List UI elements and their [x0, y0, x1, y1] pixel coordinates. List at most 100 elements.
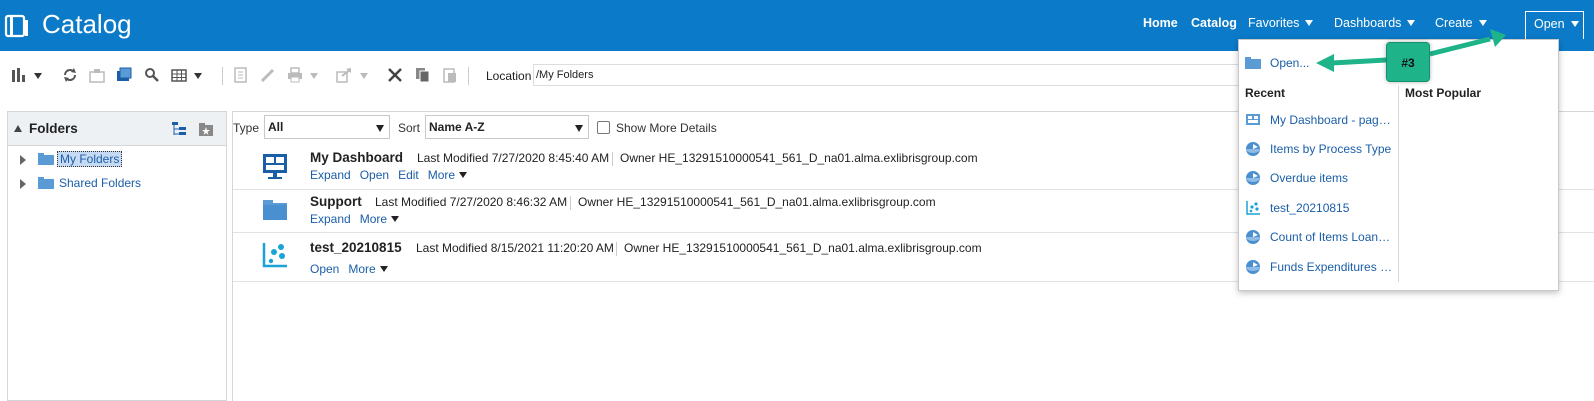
- nav-create[interactable]: Create: [1435, 16, 1487, 36]
- folders-panel-title: Folders: [29, 121, 78, 136]
- more-menu[interactable]: More: [360, 212, 400, 226]
- tree-view-icon[interactable]: [171, 121, 187, 137]
- item-owner: Owner HE_13291510000541_561_D_na01.alma.…: [578, 195, 936, 209]
- paste-icon: [443, 68, 456, 83]
- sort-select[interactable]: Name A-Z: [425, 115, 589, 139]
- open-menu-item[interactable]: Open...: [1245, 54, 1405, 72]
- item-owner: Owner HE_13291510000541_561_D_na01.alma.…: [620, 151, 978, 165]
- folder-star-icon[interactable]: [198, 121, 214, 137]
- type-select[interactable]: All: [264, 115, 390, 139]
- location-label: Location: [486, 69, 532, 83]
- chevron-down-icon: [360, 73, 368, 79]
- analysis-icon: [1246, 171, 1260, 185]
- recent-item[interactable]: Count of Items Loaned by Location: [1245, 227, 1395, 247]
- recent-item-label[interactable]: test_20210815: [1270, 201, 1393, 215]
- more-menu[interactable]: More: [348, 262, 388, 276]
- analysis-icon: [1246, 230, 1260, 244]
- item-actions: Open More: [310, 262, 388, 276]
- nav-favorites[interactable]: Favorites: [1248, 16, 1314, 36]
- properties-icon: [234, 67, 247, 83]
- chevron-down-icon: [1478, 20, 1487, 26]
- expand-link[interactable]: Expand: [310, 212, 351, 226]
- edit-link[interactable]: Edit: [398, 168, 419, 182]
- folder-icon: [38, 177, 54, 189]
- print-icon: [288, 67, 302, 83]
- folder-icon[interactable]: [261, 196, 289, 224]
- item-name[interactable]: Support: [310, 194, 362, 209]
- recent-item[interactable]: Funds Expenditures by Fund: [1245, 257, 1395, 277]
- item-last-modified: Last Modified 8/15/2021 11:20:20 AM: [416, 241, 614, 255]
- delete-x-icon[interactable]: [387, 67, 403, 83]
- view-options-icon[interactable]: [11, 67, 27, 83]
- dashboard-icon[interactable]: [261, 152, 289, 180]
- refresh-icon[interactable]: [62, 67, 78, 83]
- recent-item[interactable]: Items by Process Type: [1245, 139, 1395, 159]
- nav-dashboards[interactable]: Dashboards: [1334, 16, 1416, 36]
- expand-triangle-icon[interactable]: [20, 179, 26, 189]
- folder-icon: [38, 153, 54, 165]
- item-last-modified: Last Modified 7/27/2020 8:45:40 AM: [417, 151, 610, 165]
- folder-icon: [1245, 57, 1261, 69]
- recent-item-label[interactable]: Count of Items Loaned by Location: [1270, 230, 1393, 244]
- edit-pencil-icon: [260, 68, 275, 83]
- table-view-icon[interactable]: [171, 67, 187, 83]
- open-link[interactable]: Open: [310, 262, 339, 276]
- dashboard-icon: [1246, 114, 1260, 125]
- item-name[interactable]: My Dashboard: [310, 150, 403, 165]
- open-link[interactable]: Open: [360, 168, 389, 182]
- scatter-chart-icon[interactable]: [261, 241, 289, 269]
- nav-open[interactable]: Open: [1525, 11, 1584, 39]
- expand-link[interactable]: Expand: [310, 168, 351, 182]
- upload-icon: [89, 69, 105, 83]
- tree-item-label[interactable]: My Folders: [57, 151, 123, 167]
- share-arrow-icon: [336, 68, 351, 83]
- recent-item[interactable]: test_20210815: [1245, 198, 1395, 218]
- nav-catalog[interactable]: Catalog: [1191, 16, 1237, 36]
- location-field[interactable]: /My Folders: [533, 64, 1273, 86]
- chevron-down-icon: [391, 216, 400, 222]
- divider: [616, 242, 617, 256]
- chevron-down-icon[interactable]: [194, 73, 202, 79]
- recent-item-label[interactable]: Items by Process Type: [1270, 142, 1393, 156]
- show-more-details-checkbox[interactable]: [597, 121, 610, 134]
- search-icon[interactable]: [144, 67, 160, 83]
- item-actions: Expand Open Edit More: [310, 168, 468, 182]
- catalog-book-icon: [4, 14, 28, 38]
- sort-label: Sort: [398, 121, 421, 135]
- item-name[interactable]: test_20210815: [310, 240, 402, 255]
- more-menu[interactable]: More: [428, 168, 468, 182]
- folders-panel-header: Folders: [8, 112, 226, 146]
- divider: [570, 196, 571, 210]
- divider: [612, 152, 613, 166]
- step-badge: #3: [1386, 42, 1430, 82]
- recent-item-label[interactable]: Overdue items: [1270, 171, 1393, 185]
- toolbar-divider: [222, 67, 223, 85]
- chevron-down-icon: [575, 125, 583, 132]
- item-actions: Expand More: [310, 212, 400, 226]
- chevron-down-icon: [310, 73, 318, 79]
- chevron-down-icon: [1570, 21, 1579, 27]
- item-owner: Owner HE_13291510000541_561_D_na01.alma.…: [624, 241, 982, 255]
- chevron-down-icon[interactable]: [34, 73, 42, 79]
- open-menu-label[interactable]: Open...: [1270, 56, 1309, 70]
- scatter-chart-icon: [1246, 201, 1260, 215]
- expand-triangle-icon[interactable]: [20, 155, 26, 165]
- page-title: Catalog: [42, 9, 132, 39]
- analysis-icon: [1246, 142, 1260, 156]
- recent-item[interactable]: Overdue items: [1245, 168, 1395, 188]
- menu-divider: [1398, 86, 1399, 282]
- type-label: Type: [233, 121, 260, 135]
- item-last-modified: Last Modified 7/27/2020 8:46:32 AM: [375, 195, 568, 209]
- chevron-down-icon: [379, 266, 388, 272]
- new-folder-icon[interactable]: [116, 67, 132, 83]
- recent-item-label[interactable]: Funds Expenditures by Fund: [1270, 260, 1393, 274]
- recent-item-label[interactable]: My Dashboard - page 1: [1270, 113, 1393, 127]
- recent-item[interactable]: My Dashboard - page 1: [1245, 110, 1395, 130]
- copy-icon[interactable]: [415, 67, 431, 83]
- chevron-down-icon: [459, 172, 468, 178]
- nav-home[interactable]: Home: [1143, 16, 1178, 36]
- tree-item-label[interactable]: Shared Folders: [59, 176, 141, 190]
- show-more-details-label: Show More Details: [616, 121, 717, 135]
- collapse-triangle-icon[interactable]: [14, 125, 22, 132]
- chevron-down-icon: [1305, 20, 1314, 26]
